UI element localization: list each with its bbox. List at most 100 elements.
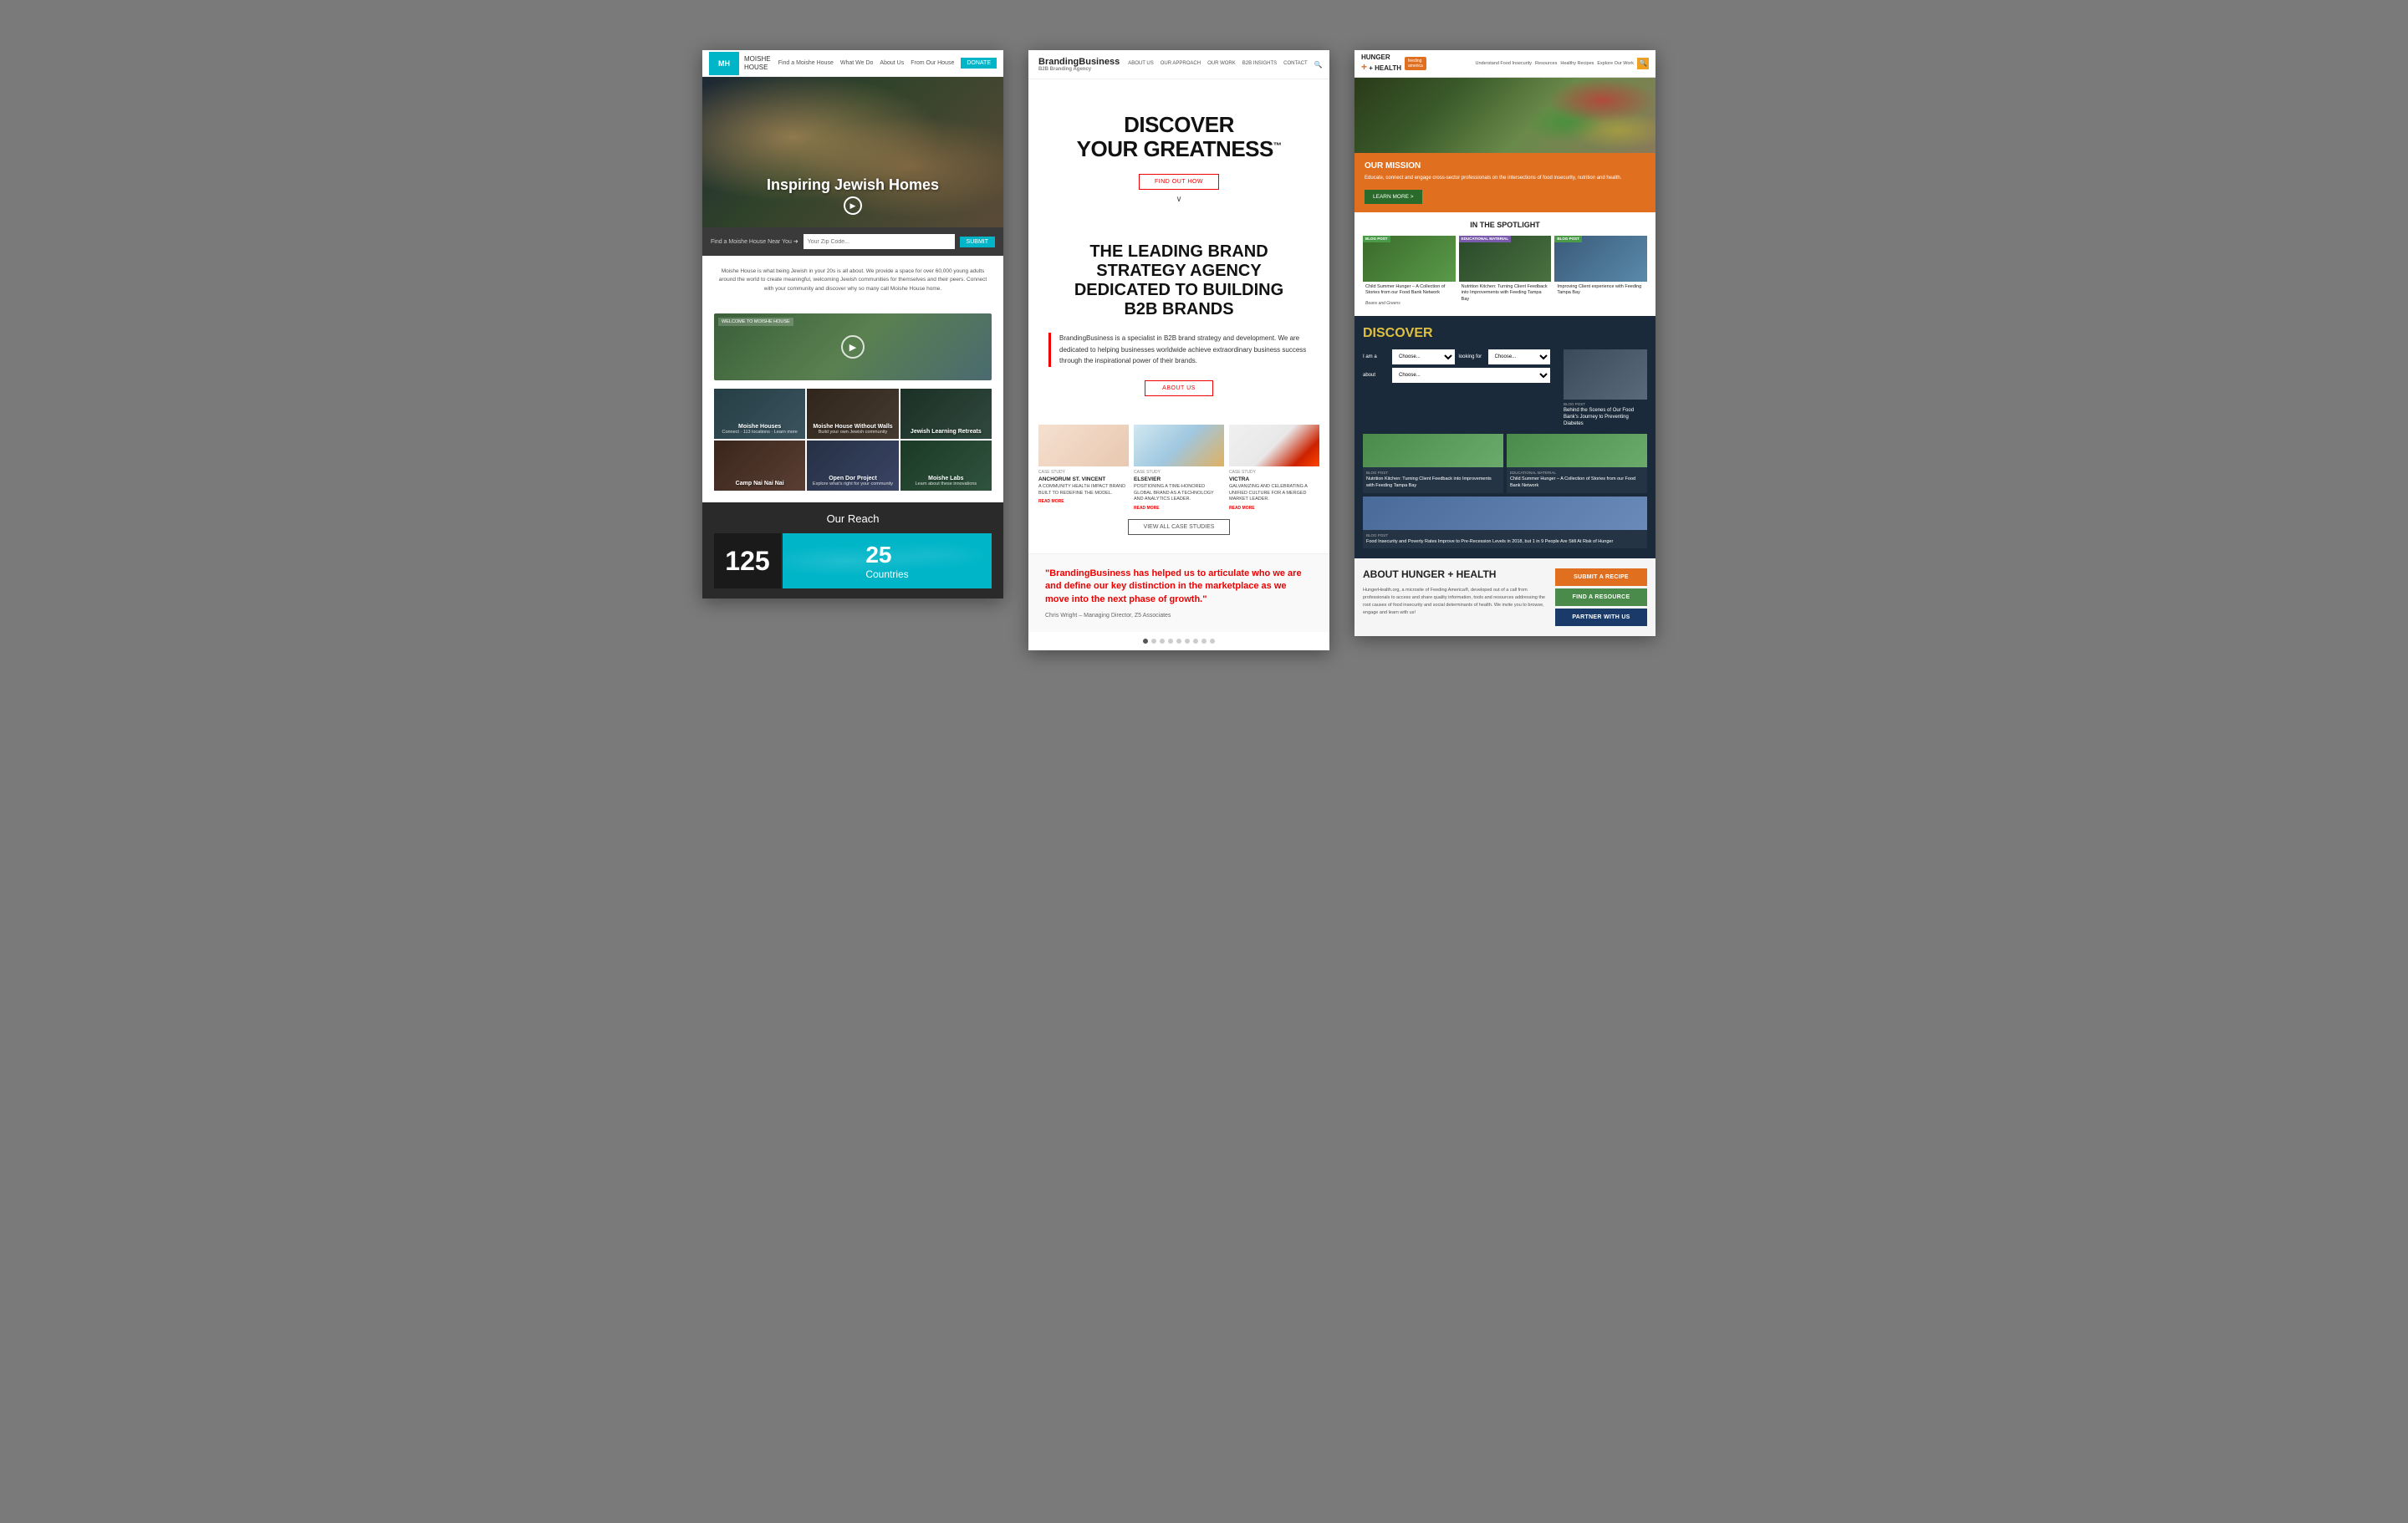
hh-article-card-2[interactable]: EDUCATIONAL MATERIAL Child Summer Hunger…: [1507, 434, 1647, 492]
bb-case-image-3: [1229, 425, 1319, 466]
hh-discover-select-2[interactable]: Choose...: [1488, 349, 1551, 364]
mh-grid-item-3[interactable]: Jewish Learning Retreats: [900, 389, 992, 439]
bb-tagline: B2B Branding Agency: [1038, 67, 1120, 72]
mh-video-play-icon[interactable]: ▶: [841, 335, 865, 359]
hh-nav-resources[interactable]: Resources: [1535, 61, 1557, 66]
hh-spotlight-card-1[interactable]: BLOG POST Child Summer Hunger – A Collec…: [1363, 236, 1456, 308]
hh-article-tag-2: EDUCATIONAL MATERIAL: [1510, 471, 1644, 475]
mh-reach-section: Our Reach 125 25 Countries: [702, 502, 1003, 599]
bb-case-item-3[interactable]: CASE STUDY VICTRA GALVANIZING AND CELEBR…: [1229, 425, 1319, 511]
mh-reach-number-box: 125: [714, 533, 781, 588]
hh-learn-more-button[interactable]: LEARN MORE >: [1365, 190, 1422, 204]
hh-discover-label-1: I am a: [1363, 354, 1388, 359]
bb-dot-4[interactable]: [1168, 639, 1173, 644]
bb-nav-link-contact[interactable]: CONTACT: [1283, 61, 1308, 69]
mh-grid-title-4: Camp Nai Nai Nai: [736, 481, 784, 486]
bb-read-more-3[interactable]: READ MORE: [1229, 506, 1319, 511]
bb-dot-3[interactable]: [1160, 639, 1165, 644]
bb-dot-6[interactable]: [1185, 639, 1190, 644]
mh-hero-title: Inspiring Jewish Homes: [702, 176, 1003, 194]
mh-grid-item-1[interactable]: Moishe Houses Connect · 113 locations · …: [714, 389, 805, 439]
mh-play-icon[interactable]: ▶: [844, 196, 862, 215]
mh-navbar: MH MOISHE HOUSE Find a Moishe House What…: [702, 50, 1003, 77]
mh-logo-area: MH MOISHE HOUSE: [709, 52, 771, 75]
mh-grid-item-2[interactable]: Moishe House Without Walls Build your ow…: [807, 389, 898, 439]
mh-grid-title-2: Moishe House Without Walls: [813, 424, 892, 430]
hh-hero-food-visual: [1475, 78, 1656, 153]
mh-grid-item-4[interactable]: Camp Nai Nai Nai: [714, 441, 805, 491]
bb-view-all-button[interactable]: VIEW ALL CASE STUDIES: [1128, 519, 1231, 535]
hh-discover-select-3[interactable]: Choose...: [1392, 368, 1550, 383]
hh-nav-food-insecurity[interactable]: Understand Food Insecurity: [1475, 61, 1532, 66]
bb-read-more-1[interactable]: READ MORE: [1038, 499, 1129, 504]
bb-case-image-2: [1134, 425, 1224, 466]
hh-featured-article[interactable]: BLOG POST Behind the Scenes of Our Food …: [1564, 349, 1647, 427]
hh-logo-area: HUNGER + + HEALTH feedingamerica: [1361, 54, 1426, 73]
mh-grid-item-6[interactable]: Moishe Labs Learn about these innovation…: [900, 441, 992, 491]
bb-search-icon[interactable]: 🔍: [1314, 61, 1323, 69]
hh-nav-work[interactable]: Explore Our Work: [1597, 61, 1634, 66]
mh-grid-sub-6: Learn about these innovations: [915, 481, 977, 486]
hh-mission-box: OUR MISSION Educate, connect and engage …: [1354, 153, 1656, 212]
hh-article-image-3: [1363, 497, 1647, 530]
hh-article-body-1: BLOG POST Nutrition Kitchen: Turning Cli…: [1363, 467, 1503, 492]
hh-partner-button[interactable]: PARTNER WITH US: [1555, 609, 1647, 626]
bb-dot-2[interactable]: [1151, 639, 1156, 644]
hh-spot-tag-1: BLOG POST: [1363, 236, 1390, 242]
bb-dot-7[interactable]: [1193, 639, 1198, 644]
mh-search-button[interactable]: SUBMIT: [960, 237, 995, 247]
bb-case-grid: CASE STUDY ANCHORUM ST. VINCENT A COMMUN…: [1038, 425, 1319, 511]
bb-case-item-2[interactable]: CASE STUDY ELSEVIER POSITIONING A TIME-H…: [1134, 425, 1224, 511]
bb-dot-1[interactable]: [1143, 639, 1148, 644]
mh-nav-link-2[interactable]: What We Do: [840, 60, 874, 66]
bb-case-desc-3: GALVANIZING AND CELEBRATING A UNIFIED CU…: [1229, 484, 1319, 503]
mh-hero: Inspiring Jewish Homes ▶: [702, 77, 1003, 227]
hh-mission-text: Educate, connect and engage cross-sector…: [1365, 175, 1645, 183]
bb-nav-link-approach[interactable]: OUR APPROACH: [1161, 61, 1201, 69]
hh-spotlight-image-2: EDUCATIONAL MATERIAL: [1459, 236, 1552, 282]
hh-discover-label-2: looking for: [1459, 354, 1484, 359]
bb-nav-link-about[interactable]: ABOUT US: [1128, 61, 1154, 69]
bb-case-item-1[interactable]: CASE STUDY ANCHORUM ST. VINCENT A COMMUN…: [1038, 425, 1129, 511]
hh-spotlight-card-2[interactable]: EDUCATIONAL MATERIAL Nutrition Kitchen: …: [1459, 236, 1552, 308]
bb-navbar: BrandingBusiness B2B Branding Agency ABO…: [1028, 50, 1329, 79]
mh-nav-link-1[interactable]: Find a Moishe House: [778, 60, 834, 66]
mh-nav-links: Find a Moishe House What We Do About Us …: [778, 60, 955, 66]
hh-spotlight-grid: BLOG POST Child Summer Hunger – A Collec…: [1363, 236, 1647, 308]
mh-donate-button[interactable]: DONATE: [961, 58, 997, 69]
bb-nav-link-insights[interactable]: B2B INSIGHTS: [1242, 61, 1277, 69]
hh-nav-recipes[interactable]: Healthy Recipes: [1560, 61, 1594, 66]
mh-search-input[interactable]: [804, 234, 955, 249]
bb-dot-9[interactable]: [1210, 639, 1215, 644]
hh-spot-tag-3: BLOG POST: [1554, 236, 1582, 242]
hh-article-card-3[interactable]: BLOG POST Food Insecurity and Poverty Ra…: [1363, 497, 1647, 549]
mh-grid-item-5[interactable]: Open Dor Project Explore what's right fo…: [807, 441, 898, 491]
bb-read-more-2[interactable]: READ MORE: [1134, 506, 1224, 511]
bb-dot-8[interactable]: [1201, 639, 1207, 644]
mh-video-label: WELCOME TO MOISHE HOUSE: [718, 318, 793, 326]
hh-featured-article-tag: BLOG POST: [1564, 402, 1647, 406]
hh-featured-article-title: Behind the Scenes of Our Food Bank's Jou…: [1564, 408, 1647, 427]
bb-dot-5[interactable]: [1176, 639, 1181, 644]
hh-find-resource-button[interactable]: FIND A RESOURCE: [1555, 588, 1647, 606]
moishe-house-screenshot: MH MOISHE HOUSE Find a Moishe House What…: [702, 50, 1003, 599]
hh-search-box[interactable]: 🔍: [1637, 58, 1649, 69]
bb-case-desc-2: POSITIONING A TIME-HONORED GLOBAL BRAND …: [1134, 484, 1224, 503]
hh-discover-select-1[interactable]: Choose...: [1392, 349, 1455, 364]
bb-nav-links: ABOUT US OUR APPROACH OUR WORK B2B INSIG…: [1128, 61, 1322, 69]
bb-find-out-button[interactable]: FIND OUT HOW: [1139, 174, 1219, 190]
bb-case-tag-3: CASE STUDY: [1229, 470, 1319, 475]
hh-discover-articles: BLOG POST Nutrition Kitchen: Turning Cli…: [1363, 434, 1647, 548]
mh-programs-grid: Moishe Houses Connect · 113 locations · …: [714, 389, 992, 491]
hh-submit-recipe-button[interactable]: SUBMIT A RECIPE: [1555, 568, 1647, 586]
bb-nav-link-work[interactable]: OUR WORK: [1207, 61, 1236, 69]
mh-search-bar: Find a Moishe House Near You ➜ SUBMIT: [702, 227, 1003, 256]
mh-nav-link-4[interactable]: From Our House: [911, 60, 954, 66]
bb-pagination: [1028, 632, 1329, 650]
mh-reach-title: Our Reach: [714, 512, 992, 525]
bb-about-button[interactable]: ABOUT US: [1145, 380, 1213, 396]
mh-video-thumbnail[interactable]: WELCOME TO MOISHE HOUSE ▶: [714, 313, 992, 380]
hh-article-card-1[interactable]: BLOG POST Nutrition Kitchen: Turning Cli…: [1363, 434, 1503, 492]
hh-spotlight-card-3[interactable]: BLOG POST Improving Client experience wi…: [1554, 236, 1647, 308]
mh-nav-link-3[interactable]: About Us: [880, 60, 904, 66]
